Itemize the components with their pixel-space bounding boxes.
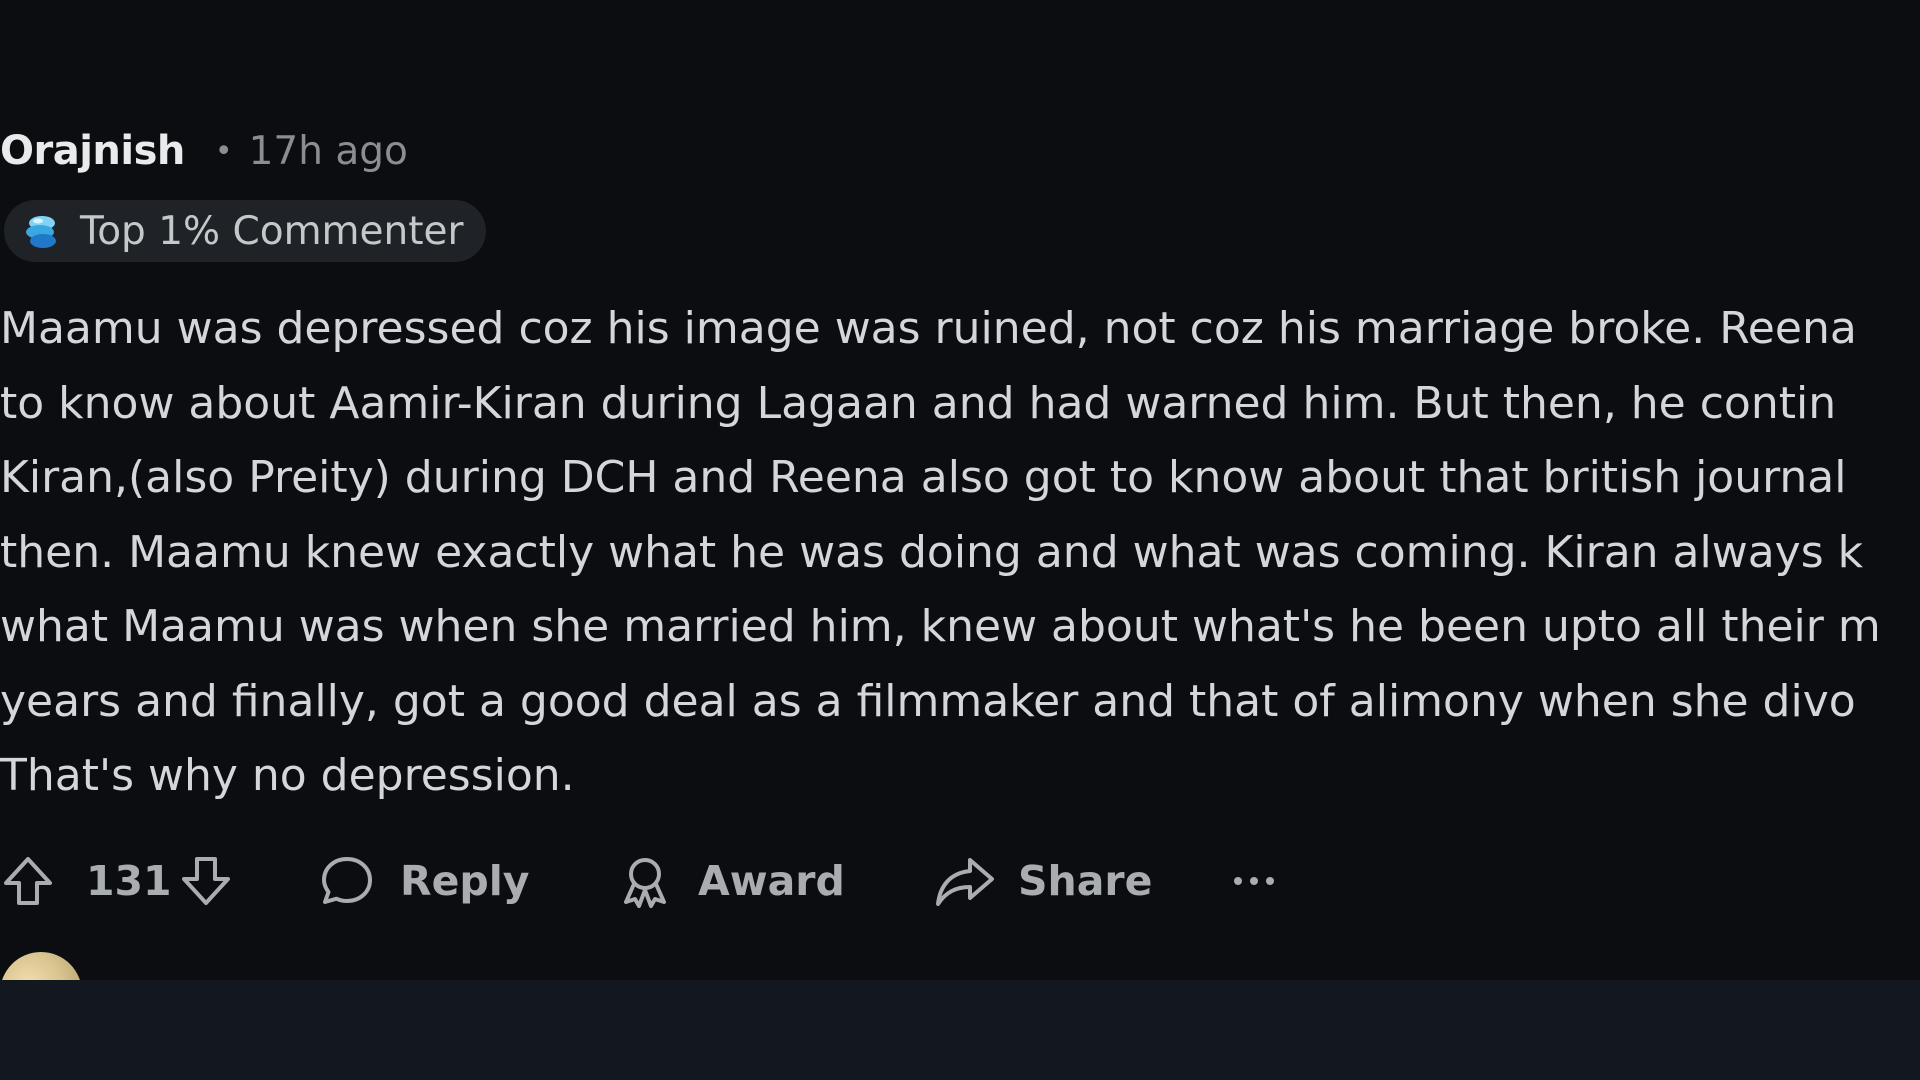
comment-body: Maamu was depressed coz his image was ru… — [0, 292, 1920, 814]
award-ribbon-icon — [624, 858, 666, 908]
reply-label: Reply — [400, 857, 530, 905]
author-username[interactable]: Orajnish — [0, 128, 185, 174]
share-button[interactable]: Share — [934, 848, 1152, 914]
award-label: Award — [698, 857, 845, 905]
upvote-arrow-icon — [4, 857, 52, 905]
upvote-button[interactable] — [0, 848, 56, 914]
comment-body-line: Maamu was depressed coz his image was ru… — [0, 303, 1857, 354]
comment-action-bar: 131 Reply Award Share — [0, 848, 1920, 914]
vote-count-value: 131 — [86, 857, 172, 905]
share-arrow-icon — [936, 858, 994, 906]
comment-body-line: then. Maamu knew exactly what he was doi… — [0, 526, 1864, 578]
comment-body-line: That's why no depression. — [0, 750, 575, 801]
ellipsis-icon — [1234, 877, 1274, 885]
comment-body-line: to know about Aamir-Kiran during Lagaan … — [0, 377, 1837, 429]
more-options-button[interactable] — [1232, 848, 1276, 914]
share-label: Share — [1018, 857, 1153, 905]
comment-body-line: Kiran,(also Preity) during DCH and Reena… — [0, 452, 1847, 503]
comment-body-line: what Maamu was when she married him, kne… — [0, 601, 1881, 652]
comment-meta: Orajnish • 17h ago — [0, 126, 408, 176]
award-button[interactable]: Award — [616, 848, 845, 914]
comment-timestamp[interactable]: 17h ago — [249, 129, 408, 174]
reply-button[interactable]: Reply — [318, 848, 530, 914]
comment-body-line: years and finally, got a good deal as a … — [0, 675, 1856, 727]
speech-bubble-icon — [322, 857, 372, 904]
flair-label: Top 1% Commenter — [80, 208, 464, 254]
downvote-arrow-icon — [182, 857, 230, 905]
top-commenter-badge-icon — [22, 211, 62, 251]
next-comment-avatar[interactable] — [0, 952, 82, 980]
meta-separator: • — [214, 133, 233, 169]
comment-card: Orajnish • 17h ago Top 1% Commenter Maam… — [0, 0, 1920, 980]
downvote-button[interactable] — [178, 848, 234, 914]
user-flair-badge: Top 1% Commenter — [4, 200, 486, 262]
vote-count: 131 — [86, 848, 172, 914]
bottom-overlay-band — [0, 980, 1920, 1080]
